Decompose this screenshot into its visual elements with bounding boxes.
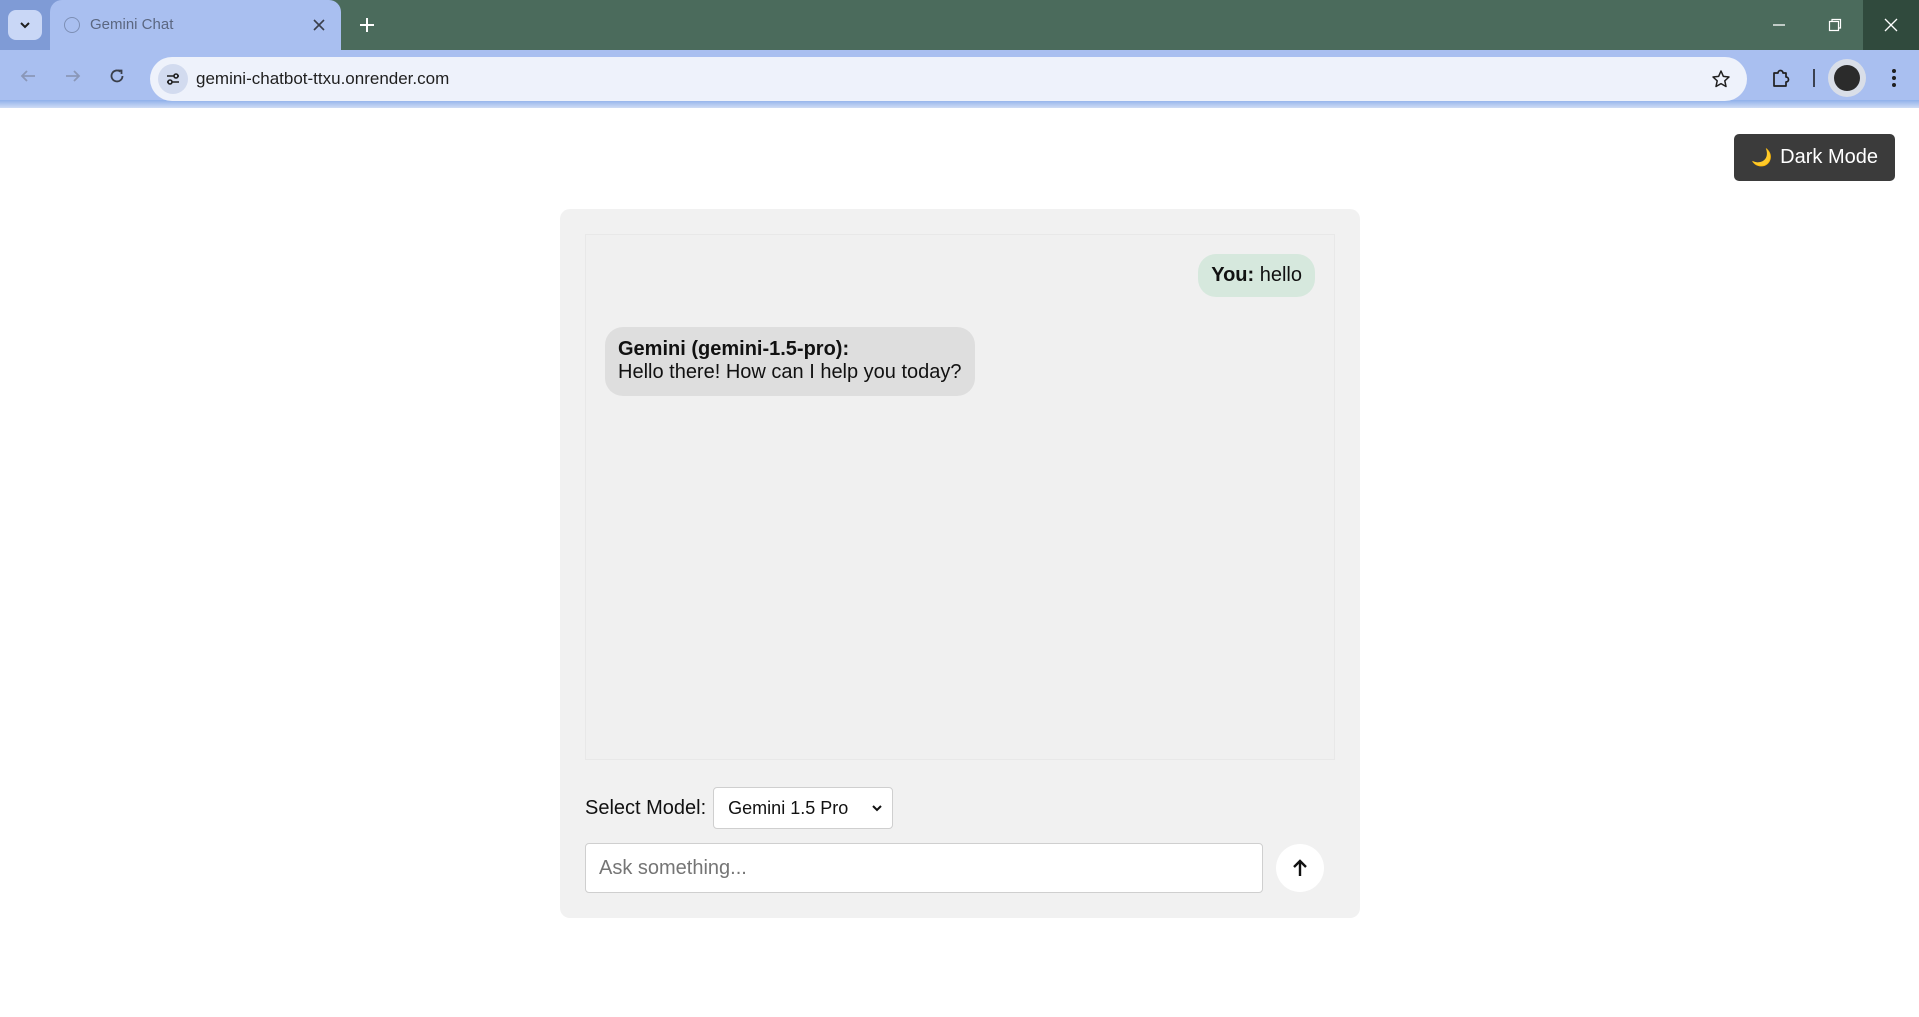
window-controls: [1751, 0, 1919, 50]
user-message-text: hello: [1259, 264, 1302, 286]
model-select-label: Select Model:: [585, 796, 707, 819]
bot-message: Gemini (gemini-1.5-pro): Hello there! Ho…: [605, 327, 975, 396]
arrow-left-icon: [20, 70, 35, 82]
close-icon: [313, 19, 325, 31]
send-button[interactable]: [1276, 844, 1324, 892]
url-text[interactable]: gemini-chatbot-ttxu.onrender.com: [196, 69, 449, 89]
arrow-up-icon: [1293, 859, 1307, 876]
restore-button[interactable]: [1807, 0, 1863, 50]
profile-image: [1834, 65, 1860, 91]
close-window-button[interactable]: [1863, 0, 1919, 50]
model-selector-row: Select Model: Gemini 1.5 Pro: [585, 786, 894, 830]
user-message-speaker: You:: [1211, 264, 1255, 286]
model-select-value: Gemini 1.5 Pro: [728, 797, 849, 818]
model-select[interactable]: Gemini 1.5 Pro: [713, 787, 894, 829]
tab-search-button[interactable]: [8, 10, 42, 40]
dark-mode-button[interactable]: 🌙 Dark Mode: [1734, 134, 1895, 181]
plus-icon: [360, 18, 374, 32]
site-info-button[interactable]: [158, 64, 188, 94]
moon-icon: 🌙: [1751, 147, 1773, 167]
close-icon: [1884, 18, 1898, 32]
toolbar-separator: [1813, 69, 1815, 87]
star-icon: [1712, 70, 1730, 88]
chat-panel: You: hello Gemini (gemini-1.5-pro): Hell…: [560, 209, 1360, 918]
bot-message-speaker: Gemini (gemini-1.5-pro):: [618, 338, 850, 360]
browser-tabstrip: Gemini Chat: [0, 0, 1919, 50]
avatar[interactable]: [1828, 59, 1866, 97]
new-tab-button[interactable]: [353, 11, 381, 39]
minimize-button[interactable]: [1751, 0, 1807, 50]
toolbar-divider: [0, 100, 1919, 108]
extensions-button[interactable]: [1768, 65, 1794, 91]
bot-message-text: Hello there! How can I help you today?: [618, 361, 962, 383]
kebab-menu-icon: [1892, 69, 1896, 87]
chevron-down-icon: [872, 805, 882, 812]
chevron-down-icon: [20, 22, 30, 29]
tune-icon: [167, 73, 179, 85]
forward-button[interactable]: [59, 62, 87, 90]
ask-input[interactable]: [585, 843, 1263, 893]
tab-close-button[interactable]: [307, 13, 331, 37]
browser-menu-button[interactable]: [1881, 64, 1907, 92]
tab-gemini-chat[interactable]: Gemini Chat: [50, 0, 341, 50]
tab-title: Gemini Chat: [90, 16, 174, 33]
arrow-right-icon: [66, 70, 81, 82]
chat-history[interactable]: You: hello Gemini (gemini-1.5-pro): Hell…: [585, 234, 1335, 760]
dark-mode-label: Dark Mode: [1780, 146, 1878, 168]
minimize-icon: [1773, 24, 1785, 26]
restore-icon: [1828, 18, 1842, 32]
reload-icon: [110, 69, 124, 83]
globe-icon: [64, 17, 80, 33]
bookmark-button[interactable]: [1709, 67, 1733, 91]
puzzle-icon: [1773, 69, 1790, 87]
reload-button[interactable]: [103, 62, 131, 90]
address-bar[interactable]: gemini-chatbot-ttxu.onrender.com: [150, 57, 1747, 101]
user-message: You: hello: [1198, 254, 1315, 297]
back-button[interactable]: [14, 62, 42, 90]
